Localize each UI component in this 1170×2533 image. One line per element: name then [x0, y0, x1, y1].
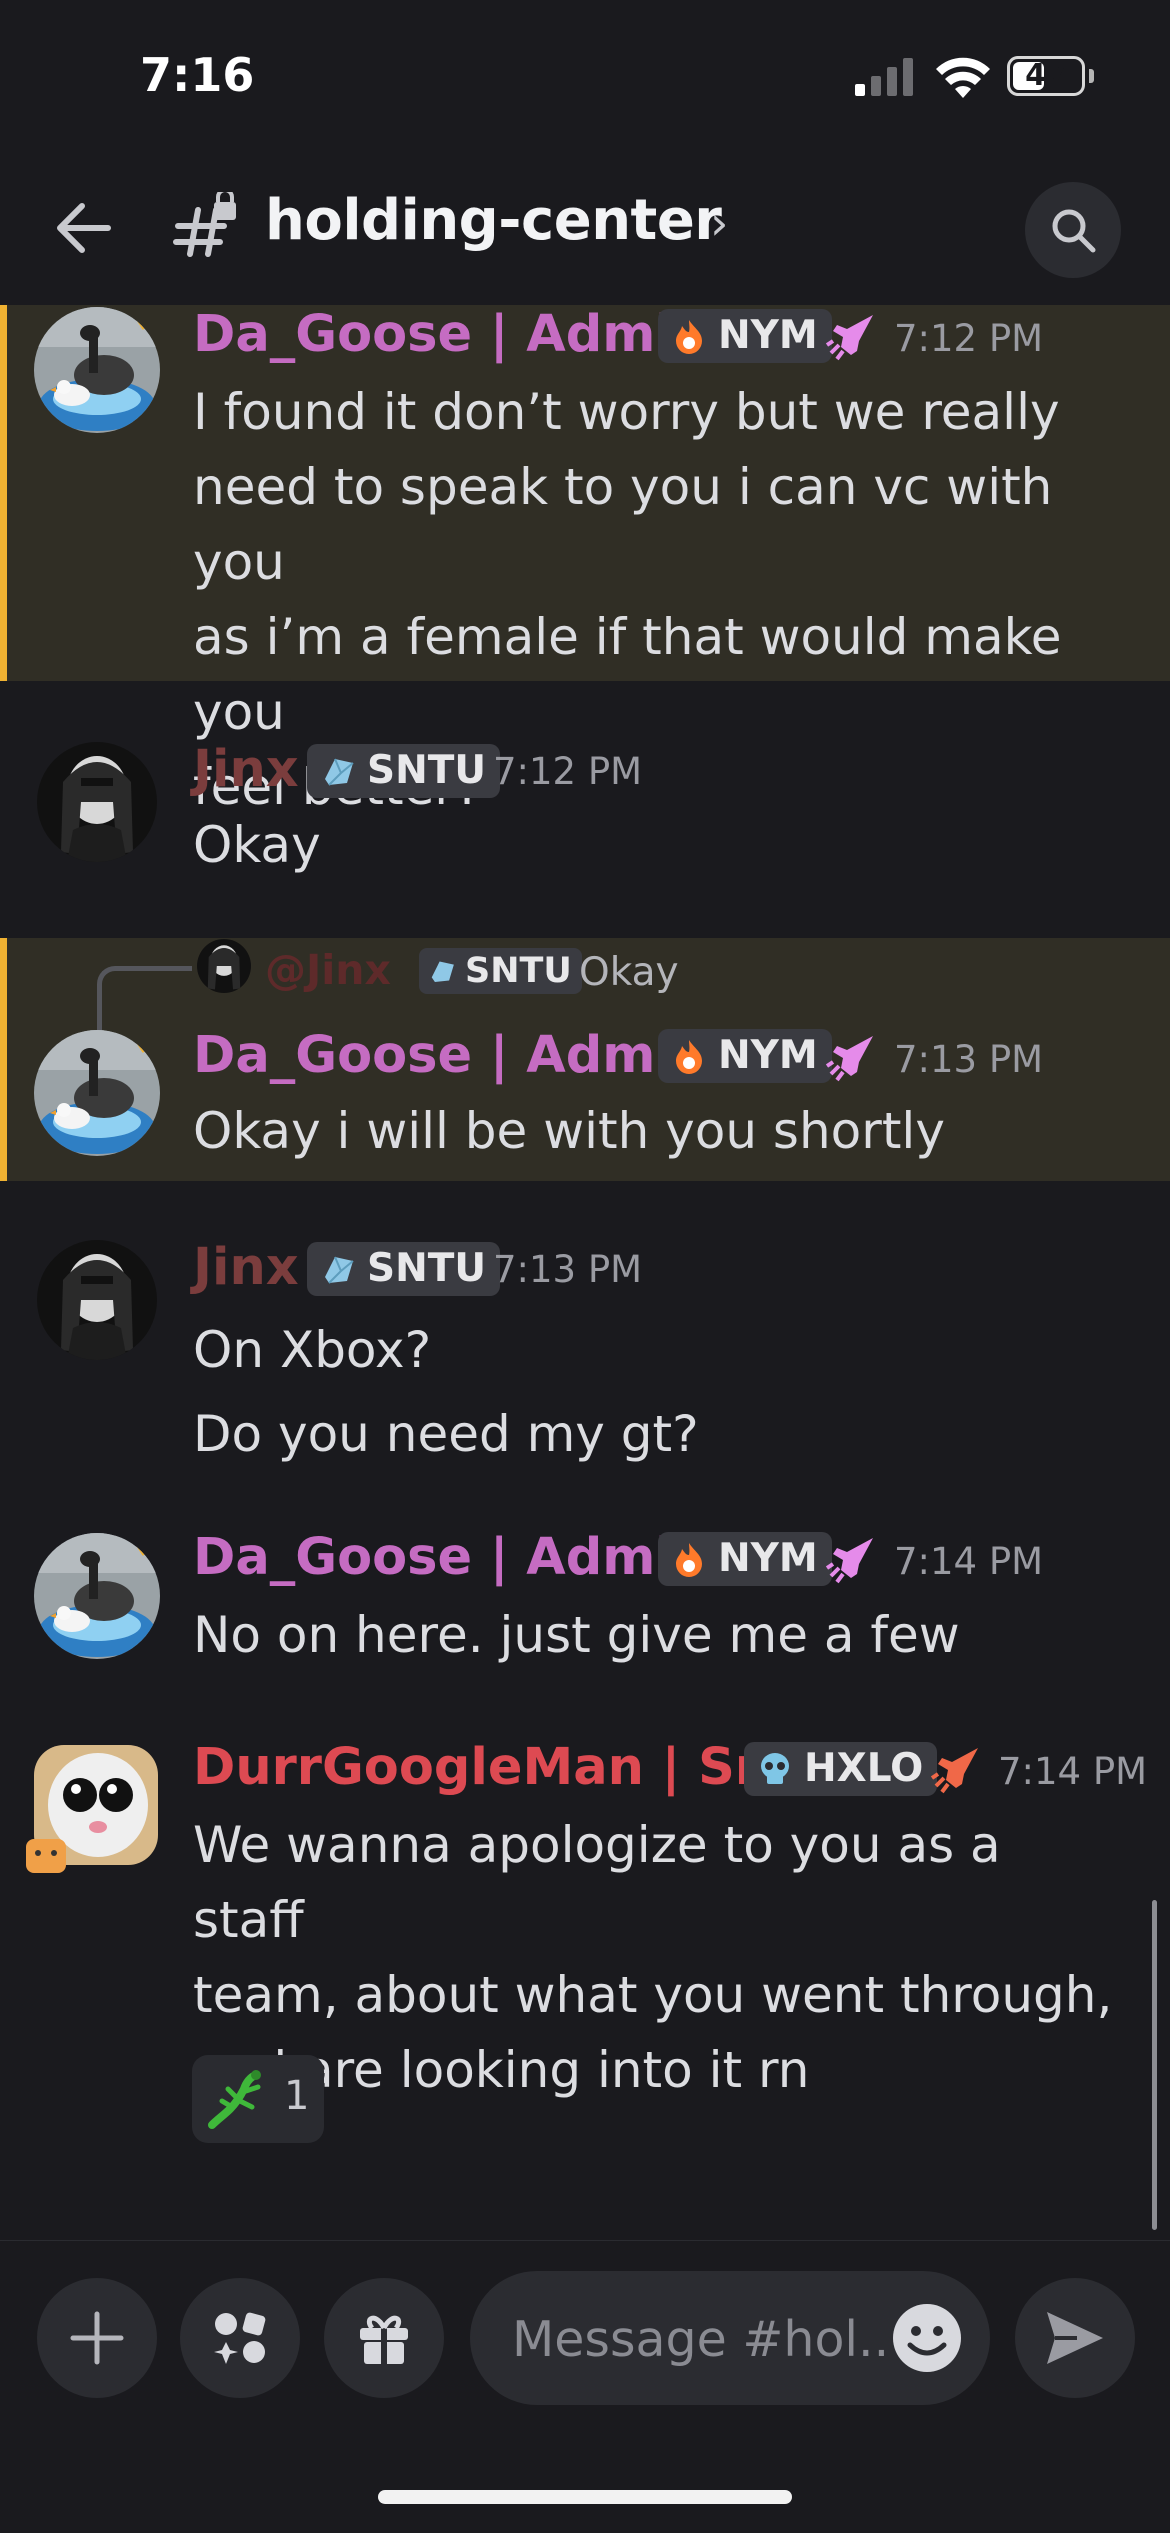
gift-button[interactable]: [324, 2278, 444, 2398]
message[interactable]: DurrGoogleMan | Sr... HXLO 7:14 PM We wa…: [0, 1738, 1170, 2158]
avatar-jinx[interactable]: [37, 742, 157, 862]
message-line: team, about what you went through,: [193, 1966, 1113, 2024]
emoji-icon[interactable]: [890, 2301, 964, 2375]
send-icon: [1047, 2312, 1103, 2364]
apps-button[interactable]: [180, 2278, 300, 2398]
status-time: 7:16: [140, 48, 255, 102]
boost-rocket-icon: [825, 1538, 873, 1584]
chevron-right-icon[interactable]: ›: [710, 196, 728, 250]
timestamp: 7:14 PM: [894, 1540, 1044, 1583]
reply-connector: [97, 966, 192, 1033]
timestamp: 7:13 PM: [894, 1038, 1044, 1081]
avatar-jinx[interactable]: [37, 1240, 157, 1360]
message-line: No on here. just give me a few: [193, 1606, 960, 1664]
message-text: We wanna apologize to you as a staff tea…: [193, 1808, 1123, 2108]
role-tag: SNTU: [307, 744, 500, 798]
battery-icon: 47: [1007, 56, 1085, 96]
channel-header: holding-center ›: [0, 150, 1170, 306]
boost-rocket-icon: [825, 315, 873, 361]
reply-avatar: [197, 939, 251, 993]
username[interactable]: Jinx: [193, 1238, 299, 1297]
role-tag-label: NYM: [718, 1033, 818, 1078]
gem-icon: [325, 1256, 354, 1284]
status-bar: 7:16 47: [0, 0, 1170, 150]
username[interactable]: Da_Goose | Admin: [193, 1528, 709, 1587]
message-line: Okay i will be with you shortly: [193, 1102, 945, 1160]
message-line: as i’m a female if that would make you: [193, 608, 1062, 741]
username[interactable]: Da_Goose | Admin: [193, 305, 709, 364]
reply-role-tag-label: SNTU: [465, 951, 572, 991]
search-button[interactable]: [1025, 182, 1121, 278]
role-tag: HXLO: [744, 1742, 938, 1796]
gift-icon: [360, 2315, 408, 2364]
gem-icon: [431, 961, 454, 983]
apps-icon: [214, 2312, 266, 2364]
message-line: and are looking into it rn: [193, 2041, 810, 2099]
role-tag: NYM: [658, 1029, 832, 1083]
message-text: No on here. just give me a few: [193, 1598, 1123, 1673]
role-tag-label: SNTU: [367, 1246, 486, 1291]
message-line: Do you need my gt?: [193, 1405, 699, 1463]
wifi-icon: [936, 57, 990, 98]
boost-rocket-icon: [930, 1748, 978, 1794]
battery-percent: 47: [1025, 58, 1067, 93]
username[interactable]: Jinx: [193, 740, 299, 799]
battery-nub: [1089, 69, 1094, 83]
attach-button[interactable]: [37, 2278, 157, 2398]
reaction-count: 1: [284, 2073, 310, 2119]
timestamp: 7:13 PM: [493, 1248, 643, 1291]
skull-icon: [761, 1753, 789, 1784]
message-line: need to speak to you i can vc with you: [193, 458, 1053, 591]
home-indicator: [378, 2490, 792, 2504]
message-text: On Xbox? Do you need my gt?: [193, 1308, 1123, 1476]
flame-icon: [676, 320, 702, 354]
flame-icon: [676, 1543, 702, 1577]
role-tag-label: SNTU: [367, 748, 486, 793]
message-text: Okay: [193, 808, 1123, 883]
message[interactable]: Da_Goose | Admin NYM 7:12 PM I found it …: [0, 305, 1170, 816]
message-text: Okay i will be with you shortly: [193, 1094, 1123, 1169]
message-input[interactable]: [510, 2303, 894, 2375]
search-icon: [1052, 209, 1096, 253]
reaction-lizard[interactable]: 1: [192, 2055, 324, 2143]
timestamp: 7:14 PM: [998, 1750, 1148, 1793]
avatar-durr[interactable]: [24, 1743, 160, 1879]
plus-icon: [70, 2311, 124, 2365]
username[interactable]: Da_Goose | Admin: [193, 1026, 709, 1085]
avatar-goose[interactable]: [34, 1533, 160, 1659]
message-line: We wanna apologize to you as a staff: [193, 1816, 1001, 1949]
reply-username[interactable]: @Jinx: [265, 946, 391, 994]
username[interactable]: DurrGoogleMan | Sr...: [193, 1738, 811, 1797]
message-line: Okay: [193, 816, 321, 874]
message[interactable]: Jinx SNTU 7:13 PM On Xbox? Do you need m…: [0, 1228, 1170, 1468]
role-tag: SNTU: [307, 1242, 500, 1296]
timestamp: 7:12 PM: [894, 317, 1044, 360]
boost-rocket-icon: [825, 1036, 873, 1082]
channel-hash-lock-icon: [173, 192, 236, 257]
message[interactable]: @Jinx SNTU Okay Da_Goose | Admin NYM 7:1…: [0, 938, 1170, 1181]
role-tag: NYM: [658, 309, 832, 363]
role-tag: NYM: [658, 1532, 832, 1586]
role-tag-label: HXLO: [804, 1746, 924, 1791]
message-line: I found it don’t worry but we really: [193, 383, 1060, 441]
message-line: On Xbox?: [193, 1321, 432, 1379]
flame-icon: [676, 1040, 702, 1074]
channel-name[interactable]: holding-center: [265, 188, 722, 253]
avatar-goose[interactable]: [34, 307, 160, 433]
message[interactable]: Jinx SNTU 7:12 PM Okay: [0, 730, 1170, 900]
timestamp: 7:12 PM: [493, 750, 643, 793]
cellular-signal-icon: [855, 58, 913, 96]
message[interactable]: Da_Goose | Admin NYM 7:14 PM No on here.…: [0, 1528, 1170, 1688]
send-button[interactable]: [1015, 2278, 1135, 2398]
message-input-box[interactable]: [470, 2271, 990, 2405]
reply-role-tag: SNTU: [419, 948, 582, 994]
avatar-goose[interactable]: [34, 1030, 160, 1156]
gem-icon: [325, 758, 354, 786]
lizard-icon: [208, 2070, 261, 2129]
reply-preview-text[interactable]: Okay: [579, 950, 679, 995]
back-arrow-icon[interactable]: [48, 192, 120, 264]
role-tag-label: NYM: [718, 313, 818, 358]
role-tag-label: NYM: [718, 1536, 818, 1581]
scrollbar[interactable]: [1152, 1900, 1157, 2230]
